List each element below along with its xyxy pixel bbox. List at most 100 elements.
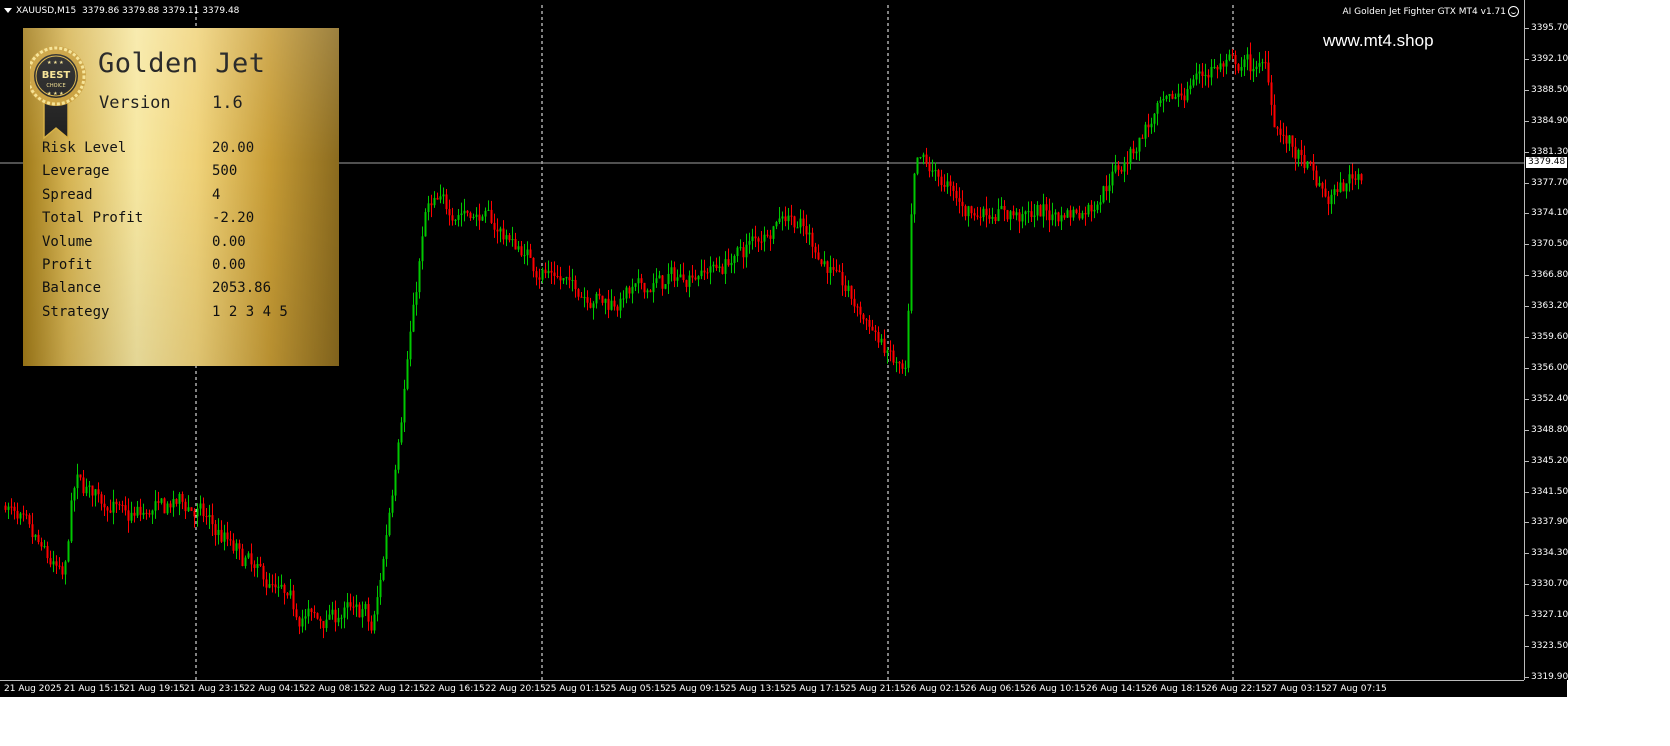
stat-label: Balance: [42, 280, 102, 297]
candle-body: [1003, 205, 1006, 211]
candle-body: [277, 586, 280, 588]
stat-value: 4: [212, 186, 221, 203]
candle-body: [298, 617, 301, 627]
version-value: 1.6: [212, 93, 243, 113]
candle-body: [643, 282, 646, 293]
candle-body: [835, 269, 838, 271]
candle-body: [871, 326, 874, 331]
candle-body: [145, 512, 148, 514]
candle-body: [403, 388, 406, 423]
candle-body: [1279, 128, 1282, 135]
candle-body: [634, 283, 637, 287]
candle-body: [652, 283, 655, 293]
candle-body: [430, 203, 433, 206]
candle-body: [754, 236, 757, 239]
candle-body: [139, 506, 142, 515]
candle-body: [1150, 123, 1153, 128]
candle-body: [427, 203, 430, 213]
candle-body: [1045, 204, 1048, 211]
candle-body: [1129, 148, 1132, 164]
candle-body: [391, 495, 394, 513]
candle-body: [448, 209, 451, 216]
triangle-down-icon[interactable]: [4, 8, 12, 13]
candle-body: [205, 516, 208, 518]
candle-body: [778, 218, 781, 223]
price-tick-label: 3392.10: [1531, 53, 1569, 64]
time-tick-label: 26 Aug 10:15: [1025, 684, 1086, 694]
candle-body: [259, 563, 262, 566]
price-tick-label: 3388.50: [1531, 84, 1569, 95]
candle-body: [676, 277, 679, 281]
price-tick-label: 3345.20: [1531, 455, 1569, 466]
candle-body: [148, 513, 151, 515]
candle-body: [271, 584, 274, 586]
time-axis[interactable]: 21 Aug 2025 21 Aug 15:15 21 Aug 19:15 21 Au…: [0, 680, 1524, 698]
watermark: www.mt4.shop: [1323, 31, 1434, 50]
candle-body: [1078, 212, 1081, 219]
candle-body: [817, 252, 820, 260]
candle-body: [937, 170, 940, 177]
price-tick-mark: [1525, 460, 1529, 462]
candle-body: [988, 215, 991, 219]
candle-body: [517, 246, 520, 250]
candle-body: [394, 469, 397, 496]
candle-body: [571, 279, 574, 281]
candle-body: [88, 485, 91, 487]
candle-body: [670, 267, 673, 274]
price-tick-label: 3374.10: [1531, 208, 1569, 219]
candle-body: [1207, 74, 1210, 78]
candle-body: [373, 614, 376, 631]
candle-body: [10, 506, 13, 508]
candle-body: [397, 442, 400, 470]
candle-body: [1255, 66, 1258, 70]
candle-body: [97, 489, 100, 495]
candle-body: [1135, 151, 1138, 154]
candle-body: [907, 310, 910, 368]
candle-body: [706, 272, 709, 274]
candle-body: [610, 300, 613, 310]
candle-body: [268, 584, 271, 588]
time-tick-label: 25 Aug 17:15: [785, 684, 846, 694]
candle-body: [946, 181, 949, 187]
candle-body: [892, 350, 895, 363]
candle-body: [1105, 186, 1108, 192]
candle-body: [1264, 62, 1267, 64]
smile-icon[interactable]: [1508, 6, 1519, 17]
price-tick-mark: [1525, 244, 1529, 246]
price-tick-mark: [1525, 213, 1529, 215]
candle-body: [1276, 127, 1279, 129]
chart-window[interactable]: XAUUSD,M15 3379.86 3379.88 3379.11 3379.…: [0, 0, 1567, 697]
candle-body: [409, 331, 412, 360]
candle-body: [1303, 155, 1306, 168]
candle-body: [1069, 210, 1072, 218]
candle-body: [868, 320, 871, 327]
candle-body: [82, 477, 85, 494]
candle-body: [1159, 100, 1162, 103]
candle-body: [103, 503, 106, 508]
candle-body: [748, 241, 751, 245]
candle-body: [628, 287, 631, 294]
candle-body: [889, 350, 892, 352]
candle-body: [1099, 202, 1102, 205]
candle-body: [928, 163, 931, 172]
candle-body: [199, 503, 202, 509]
stat-label: Spread: [42, 186, 93, 203]
candle-body: [442, 194, 445, 197]
candle-body: [493, 222, 496, 230]
price-axis[interactable]: 3379.48 3395.70 3392.10 3388.50 3384.90 3381…: [1524, 0, 1569, 682]
candle-body: [526, 249, 529, 256]
candle-body: [31, 524, 34, 538]
candle-body: [79, 474, 82, 478]
price-tick-mark: [1525, 367, 1529, 369]
candle-body: [451, 215, 454, 221]
candle-body: [832, 267, 835, 270]
candle-body: [1015, 212, 1018, 216]
time-tick-label: 21 Aug 2025: [4, 684, 62, 694]
price-tick-mark: [1525, 182, 1529, 184]
candle-body: [1024, 211, 1027, 215]
candle-body: [349, 602, 352, 607]
candle-body: [421, 236, 424, 262]
candle-body: [556, 276, 559, 278]
candle-body: [70, 500, 73, 542]
candle-body: [1240, 67, 1243, 71]
